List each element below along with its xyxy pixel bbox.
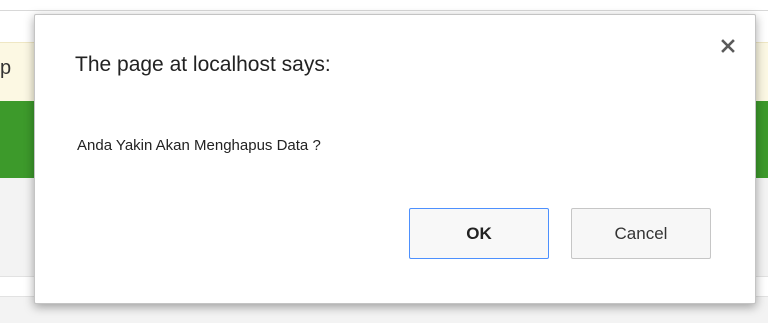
page-notice-text: p [0, 57, 12, 79]
page-divider [0, 10, 768, 11]
page-top-area [0, 0, 768, 10]
cancel-button[interactable]: Cancel [571, 208, 711, 259]
close-icon [721, 39, 735, 53]
close-button[interactable] [715, 33, 741, 59]
confirm-dialog: The page at localhost says: Anda Yakin A… [34, 14, 756, 304]
dialog-title: The page at localhost says: [75, 53, 331, 76]
ok-button[interactable]: OK [409, 208, 549, 259]
dialog-message: Anda Yakin Akan Menghapus Data ? [77, 137, 321, 154]
